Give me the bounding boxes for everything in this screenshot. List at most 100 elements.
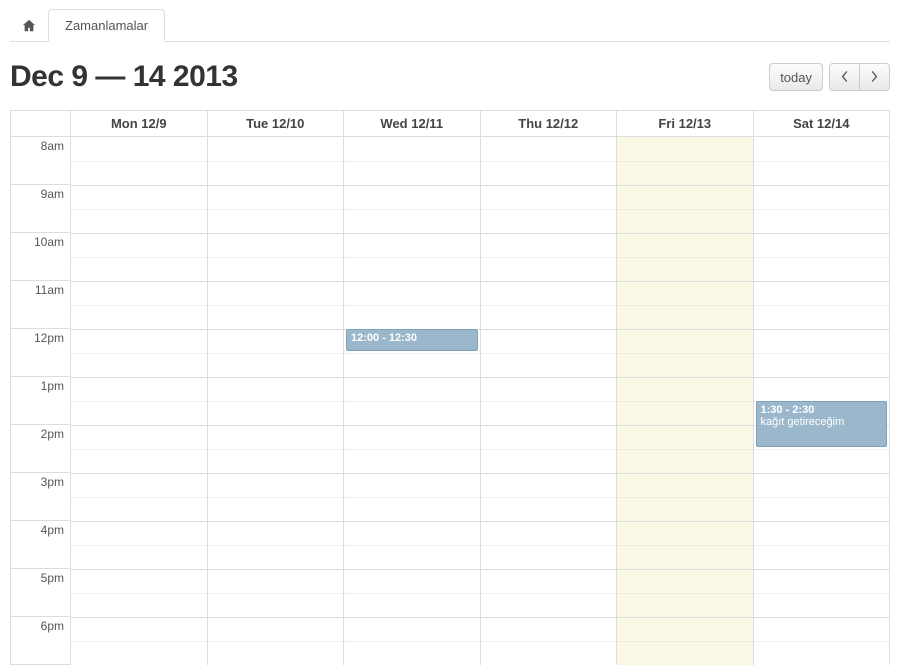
time-slot[interactable]: [71, 161, 207, 185]
time-slot[interactable]: [344, 137, 480, 161]
time-slot[interactable]: [71, 593, 207, 617]
time-slot[interactable]: [754, 209, 890, 233]
time-slot[interactable]: [754, 329, 890, 353]
time-slot[interactable]: [617, 161, 753, 185]
time-slot[interactable]: [208, 617, 344, 641]
time-slot[interactable]: [208, 521, 344, 545]
time-slot[interactable]: [208, 281, 344, 305]
time-slot[interactable]: [71, 521, 207, 545]
time-slot[interactable]: [481, 353, 617, 377]
time-slot[interactable]: [71, 137, 207, 161]
time-slot[interactable]: [71, 497, 207, 521]
time-slot[interactable]: [617, 209, 753, 233]
time-slot[interactable]: [208, 425, 344, 449]
time-slot[interactable]: [71, 329, 207, 353]
day-header[interactable]: Fri 12/13: [617, 111, 754, 137]
time-slot[interactable]: [344, 209, 480, 233]
time-slot[interactable]: [344, 545, 480, 569]
time-slot[interactable]: [344, 425, 480, 449]
time-slot[interactable]: [481, 257, 617, 281]
time-slot[interactable]: [71, 209, 207, 233]
time-slot[interactable]: [481, 137, 617, 161]
time-slot[interactable]: [71, 185, 207, 209]
time-slot[interactable]: [208, 161, 344, 185]
time-slot[interactable]: [617, 305, 753, 329]
day-header[interactable]: Tue 12/10: [208, 111, 345, 137]
time-slot[interactable]: [617, 401, 753, 425]
time-slot[interactable]: [208, 449, 344, 473]
time-slot[interactable]: [754, 137, 890, 161]
time-slot[interactable]: [481, 569, 617, 593]
time-slot[interactable]: [617, 449, 753, 473]
time-slot[interactable]: [71, 617, 207, 641]
time-slot[interactable]: [208, 497, 344, 521]
time-slot[interactable]: [208, 329, 344, 353]
time-slot[interactable]: [754, 449, 890, 473]
time-slot[interactable]: [344, 233, 480, 257]
time-slot[interactable]: [344, 185, 480, 209]
time-slot[interactable]: [617, 281, 753, 305]
time-slot[interactable]: [344, 449, 480, 473]
time-slot[interactable]: [481, 641, 617, 665]
time-slot[interactable]: [344, 305, 480, 329]
time-slot[interactable]: [754, 593, 890, 617]
time-slot[interactable]: [344, 161, 480, 185]
time-slot[interactable]: [71, 401, 207, 425]
time-slot[interactable]: [344, 497, 480, 521]
time-slot[interactable]: [754, 305, 890, 329]
time-slot[interactable]: [208, 137, 344, 161]
time-slot[interactable]: [481, 473, 617, 497]
time-slot[interactable]: [481, 305, 617, 329]
time-slot[interactable]: [481, 593, 617, 617]
time-slot[interactable]: [754, 377, 890, 401]
time-slot[interactable]: [71, 233, 207, 257]
time-slot[interactable]: [617, 521, 753, 545]
time-slot[interactable]: [481, 497, 617, 521]
time-slot[interactable]: [481, 329, 617, 353]
time-slot[interactable]: [71, 473, 207, 497]
time-slot[interactable]: [754, 281, 890, 305]
time-slot[interactable]: [617, 473, 753, 497]
time-slot[interactable]: [344, 353, 480, 377]
time-slot[interactable]: [617, 329, 753, 353]
time-slot[interactable]: [617, 185, 753, 209]
time-slot[interactable]: [71, 377, 207, 401]
time-slot[interactable]: [481, 521, 617, 545]
day-header[interactable]: Wed 12/11: [344, 111, 481, 137]
day-header[interactable]: Mon 12/9: [71, 111, 208, 137]
time-slot[interactable]: [71, 305, 207, 329]
time-slot[interactable]: [481, 161, 617, 185]
time-slot[interactable]: [481, 233, 617, 257]
time-slot[interactable]: [71, 281, 207, 305]
time-slot[interactable]: [208, 377, 344, 401]
day-header[interactable]: Thu 12/12: [481, 111, 618, 137]
time-slot[interactable]: [71, 353, 207, 377]
time-slot[interactable]: [481, 449, 617, 473]
tab-home[interactable]: [10, 11, 48, 41]
time-slot[interactable]: [71, 641, 207, 665]
time-slot[interactable]: [481, 617, 617, 641]
prev-button[interactable]: [829, 63, 860, 91]
calendar-event[interactable]: 12:00 - 12:30: [346, 329, 478, 351]
time-slot[interactable]: [481, 281, 617, 305]
time-slot[interactable]: [617, 545, 753, 569]
next-button[interactable]: [860, 63, 890, 91]
time-slot[interactable]: [754, 641, 890, 665]
time-slot[interactable]: [481, 209, 617, 233]
time-slot[interactable]: [344, 257, 480, 281]
time-slot[interactable]: [617, 593, 753, 617]
time-slot[interactable]: [754, 233, 890, 257]
time-slot[interactable]: [71, 257, 207, 281]
time-slot[interactable]: [481, 401, 617, 425]
time-slot[interactable]: [208, 209, 344, 233]
time-slot[interactable]: [208, 473, 344, 497]
time-slot[interactable]: [71, 545, 207, 569]
time-slot[interactable]: [754, 545, 890, 569]
time-slot[interactable]: [754, 473, 890, 497]
time-slot[interactable]: [344, 521, 480, 545]
calendar-event[interactable]: 1:30 - 2:30kağıt getireceğim: [756, 401, 888, 447]
time-slot[interactable]: [754, 617, 890, 641]
time-slot[interactable]: [754, 569, 890, 593]
time-slot[interactable]: [617, 377, 753, 401]
time-slot[interactable]: [754, 521, 890, 545]
